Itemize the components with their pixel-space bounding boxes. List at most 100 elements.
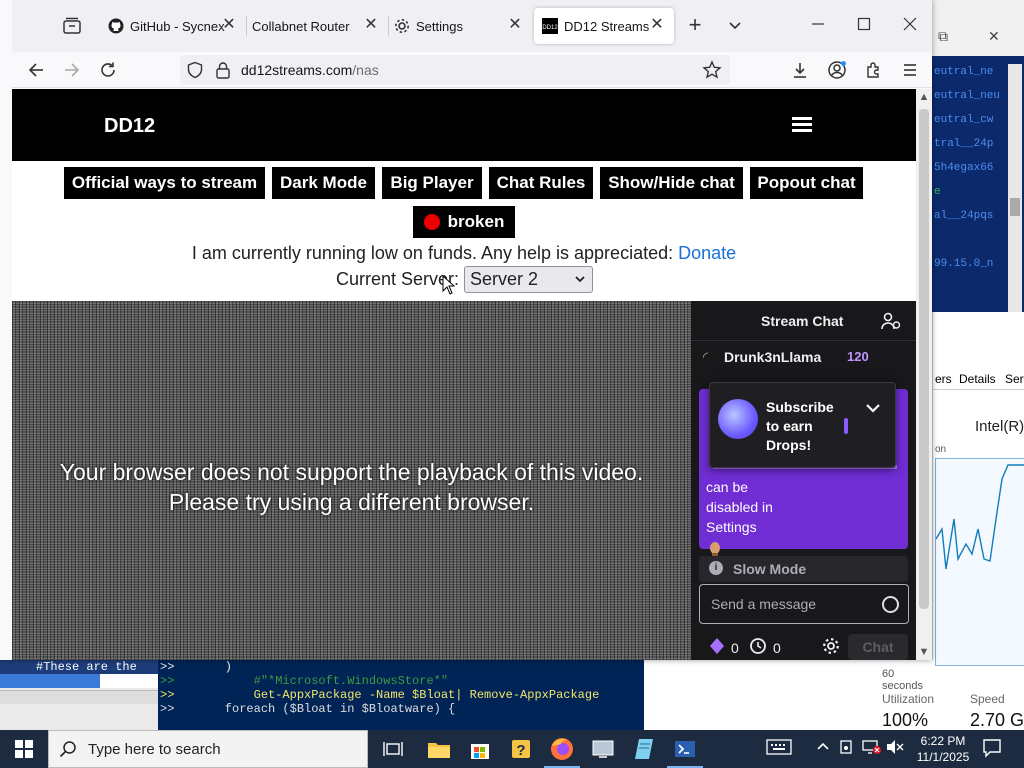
back-icon[interactable] xyxy=(24,58,48,82)
red-dot-icon xyxy=(423,214,440,230)
task-view-icon[interactable] xyxy=(380,736,406,762)
help-icon[interactable]: ? xyxy=(508,736,534,762)
status-label: broken xyxy=(447,212,505,231)
cpu-graph-label: on xyxy=(935,444,947,455)
volume-muted-icon[interactable] xyxy=(886,739,904,758)
big-player-button[interactable]: Big Player xyxy=(382,167,482,199)
network-disconnected-icon[interactable] xyxy=(862,739,882,758)
background-terminal-window: ⧉ ✕ eutral_ne eutral_neu eutral_cw tral__24… xyxy=(932,0,1024,312)
scroll-down-icon[interactable]: ▼ xyxy=(916,644,932,660)
tab-strip: GitHub - Sycnex ✕ Collabnet Router ✕ Set… xyxy=(12,0,932,52)
page-viewport: DD12 Official ways to stream Dark Mode B… xyxy=(12,89,916,660)
tab-details[interactable]: Details xyxy=(959,372,996,386)
close-window-icon[interactable] xyxy=(899,14,921,36)
app-menu-icon[interactable] xyxy=(898,58,922,82)
url-bar[interactable]: dd12streams.com/nas xyxy=(180,55,730,85)
emote-picker-icon[interactable] xyxy=(882,596,899,613)
scroll-up-icon[interactable]: ▲ xyxy=(916,89,932,105)
dd12-favicon-icon: DD12 xyxy=(542,18,558,34)
scrollbar[interactable] xyxy=(1008,64,1022,312)
chat-rules-button[interactable]: Chat Rules xyxy=(489,167,593,199)
hamburger-menu-icon[interactable] xyxy=(792,117,812,133)
stream-chat-panel: Stream Chat ◜ Drunk3nLlama 120 can be di… xyxy=(691,301,916,660)
powershell-icon[interactable] xyxy=(672,736,698,762)
chevron-down-icon[interactable] xyxy=(865,401,881,419)
video-player[interactable]: Your browser does not support the playba… xyxy=(12,301,691,660)
new-tab-icon[interactable]: + xyxy=(684,14,706,36)
announcement-text: can be disabled in Settings xyxy=(706,477,773,566)
task-manager-stats: 60 seconds Utilization 100% Speed 2.70 G… xyxy=(855,660,1024,730)
chat-settings-gear-icon[interactable] xyxy=(822,637,840,658)
gifter-count: 120 xyxy=(847,349,869,364)
tab-dd12-streams[interactable]: DD12 DD12 Streams ✕ xyxy=(534,8,674,44)
server-select[interactable]: Server 2 xyxy=(464,266,593,293)
dark-mode-button[interactable]: Dark Mode xyxy=(272,167,375,199)
notifications-icon[interactable] xyxy=(982,738,1002,761)
cpu-graph xyxy=(935,458,1024,666)
account-icon[interactable] xyxy=(825,58,849,82)
channel-points-icon[interactable] xyxy=(749,637,767,658)
microsoft-store-icon[interactable] xyxy=(467,736,493,762)
tray-expand-icon[interactable] xyxy=(816,739,830,756)
taskbar-search-box[interactable]: Type here to search xyxy=(48,730,368,768)
close-tab-icon[interactable]: ✕ xyxy=(362,16,380,34)
funds-notice: I am currently running low on funds. Any… xyxy=(191,243,737,263)
forward-icon[interactable] xyxy=(60,58,84,82)
downloads-icon[interactable] xyxy=(788,58,812,82)
tab-label: Collabnet Router xyxy=(252,18,350,34)
restore-icon[interactable]: ⧉ xyxy=(938,28,948,45)
lock-icon[interactable] xyxy=(215,61,231,84)
background-editor-window: #These are the xyxy=(0,660,158,730)
tab-collabnet[interactable]: Collabnet Router ✕ xyxy=(246,8,389,44)
site-logo[interactable]: DD12 xyxy=(104,115,155,138)
close-tab-icon[interactable]: ✕ xyxy=(506,16,524,34)
minimize-icon[interactable] xyxy=(807,14,829,36)
github-icon xyxy=(108,18,124,34)
bookmark-star-icon[interactable] xyxy=(702,60,722,85)
info-icon: i xyxy=(709,561,723,575)
list-all-tabs-icon[interactable] xyxy=(724,14,746,36)
close-icon[interactable]: ✕ xyxy=(988,28,1000,45)
close-tab-icon[interactable]: ✕ xyxy=(648,16,666,34)
community-users-icon[interactable] xyxy=(881,312,901,330)
chat-message-input[interactable]: Send a message xyxy=(699,584,909,624)
ps-line: >> #"*Microsoft.WindowsStore*" xyxy=(160,674,449,688)
donate-link[interactable]: Donate xyxy=(678,243,736,263)
server-label: Current Server: xyxy=(336,269,460,289)
slow-mode-banner: i Slow Mode xyxy=(699,556,908,582)
utilization-label: Utilization xyxy=(882,692,935,706)
network-device-icon[interactable] xyxy=(838,739,854,758)
status-broken-button[interactable]: broken xyxy=(413,206,515,238)
bits-icon[interactable] xyxy=(709,637,725,658)
tracking-protection-icon[interactable] xyxy=(186,61,204,84)
remote-desktop-icon[interactable] xyxy=(590,736,616,762)
page-scrollbar[interactable]: ▲ ▼ xyxy=(916,89,932,660)
scrollbar-thumb[interactable] xyxy=(919,109,929,609)
firefox-icon[interactable] xyxy=(549,736,575,762)
tab-github[interactable]: GitHub - Sycnex ✕ xyxy=(102,8,247,44)
start-button[interactable] xyxy=(0,730,48,768)
chat-send-button[interactable]: Chat xyxy=(848,634,908,660)
close-tab-icon[interactable]: ✕ xyxy=(220,16,238,34)
system-clock[interactable]: 6:22 PM 11/1/2025 xyxy=(910,733,976,765)
show-hide-chat-button[interactable]: Show/Hide chat xyxy=(600,167,743,199)
cpu-name: Intel(R) xyxy=(975,418,1024,435)
tab-list-icon[interactable] xyxy=(60,14,84,38)
tab-users[interactable]: ers xyxy=(935,372,952,386)
official-ways-button[interactable]: Official ways to stream xyxy=(64,167,265,199)
popout-chat-button[interactable]: Popout chat xyxy=(750,167,863,199)
speed-label: Speed xyxy=(970,692,1005,706)
horizontal-scrollbar[interactable] xyxy=(0,690,158,704)
reload-icon[interactable] xyxy=(96,58,120,82)
tab-services[interactable]: Serv xyxy=(1005,372,1024,386)
file-explorer-icon[interactable] xyxy=(426,736,452,762)
gifter-name[interactable]: Drunk3nLlama xyxy=(724,349,821,365)
extensions-icon[interactable] xyxy=(862,58,886,82)
gift-leaderboard: ◜ Drunk3nLlama 120 xyxy=(691,342,916,372)
keyboard-icon[interactable] xyxy=(766,737,792,760)
maximize-icon[interactable] xyxy=(853,14,875,36)
drops-promo-card[interactable]: Subscribe to earn Drops! xyxy=(709,382,896,468)
notepad-icon[interactable] xyxy=(631,736,657,762)
tab-settings[interactable]: Settings ✕ xyxy=(388,8,532,44)
ps-line: >> Get-AppxPackage -Name $Bloat| Remove-… xyxy=(160,688,600,702)
